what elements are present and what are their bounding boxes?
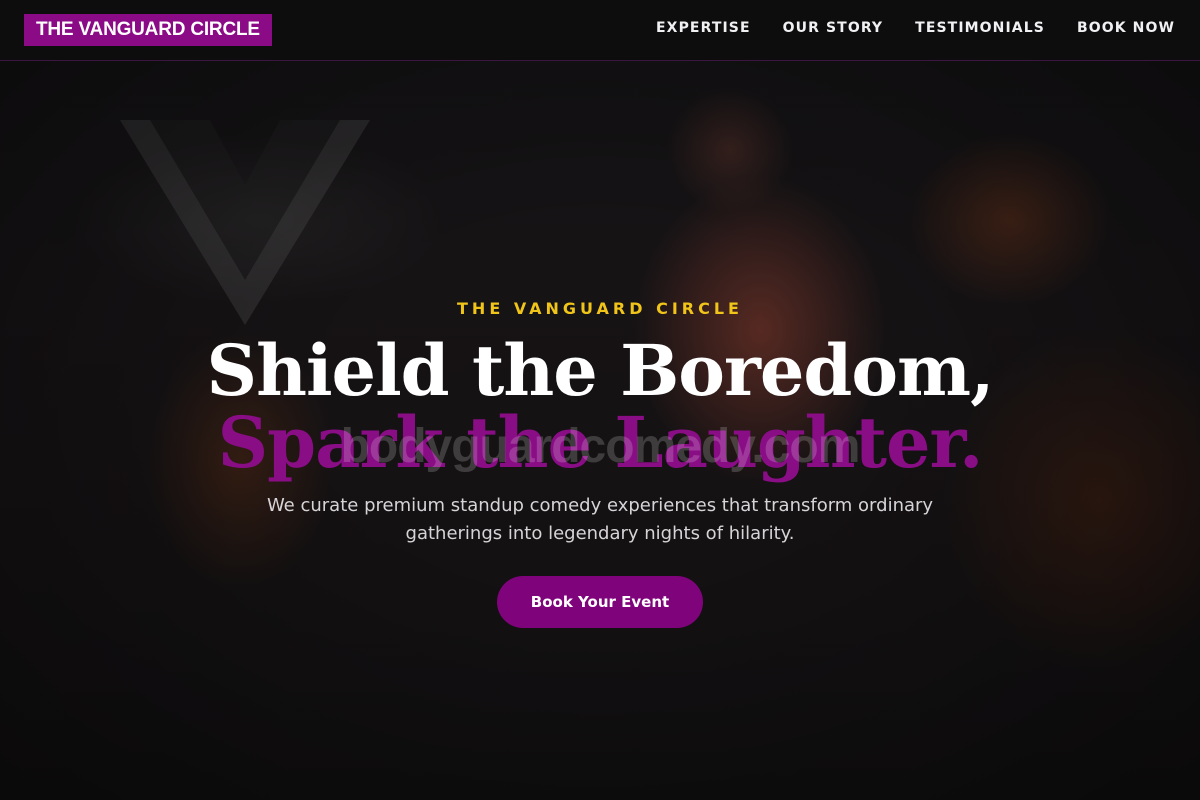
top-navbar: THE VANGUARD CIRCLE EXPERTISE OUR STORY … [0, 0, 1200, 61]
brand-logo[interactable]: THE VANGUARD CIRCLE [24, 14, 272, 46]
book-your-event-button[interactable]: Book Your Event [497, 576, 703, 628]
hero-section: THE VANGUARD CIRCLE Shield the Boredom, … [0, 299, 1200, 628]
hero-headline-line-2-text: Spark the Laughter. [217, 401, 984, 484]
nav-link-testimonials[interactable]: TESTIMONIALS [915, 20, 1045, 36]
landing-page: THE VANGUARD CIRCLE EXPERTISE OUR STORY … [0, 0, 1200, 800]
hero-headline-line-1: Shield the Boredom, [206, 329, 995, 412]
hero-eyebrow: THE VANGUARD CIRCLE [457, 299, 743, 318]
hero-headline: Shield the Boredom, bodyguardcomedy.com … [0, 336, 1200, 480]
nav-link-expertise[interactable]: EXPERTISE [656, 20, 751, 36]
nav-link-our-story[interactable]: OUR STORY [783, 20, 884, 36]
hero-subtitle: We curate premium standup comedy experie… [266, 495, 934, 544]
nav-link-book-now[interactable]: BOOK NOW [1077, 20, 1175, 36]
primary-navigation: EXPERTISE OUR STORY TESTIMONIALS BOOK NO… [656, 20, 1175, 36]
hero-headline-line-2: bodyguardcomedy.com Spark the Laughter. [0, 406, 1200, 480]
